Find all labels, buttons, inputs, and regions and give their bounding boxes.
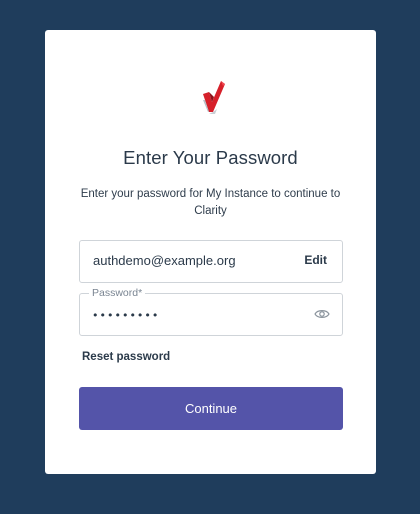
eye-icon[interactable] [314,308,330,320]
page-subtitle: Enter your password for My Instance to c… [80,188,341,217]
page-title: Enter Your Password [123,147,298,168]
email-value: authdemo@example.org [93,253,236,268]
email-display-field: authdemo@example.org Edit [79,240,343,283]
reset-password-link[interactable]: Reset password [82,351,170,363]
login-card: Enter Your Password Enter your password … [45,30,376,474]
continue-button[interactable]: Continue [79,387,343,430]
edit-email-link[interactable]: Edit [304,253,327,267]
password-field[interactable]: Password* [79,287,343,336]
password-input[interactable] [92,306,292,324]
password-label: Password* [89,287,146,299]
checkmark-logo-icon [195,78,227,118]
